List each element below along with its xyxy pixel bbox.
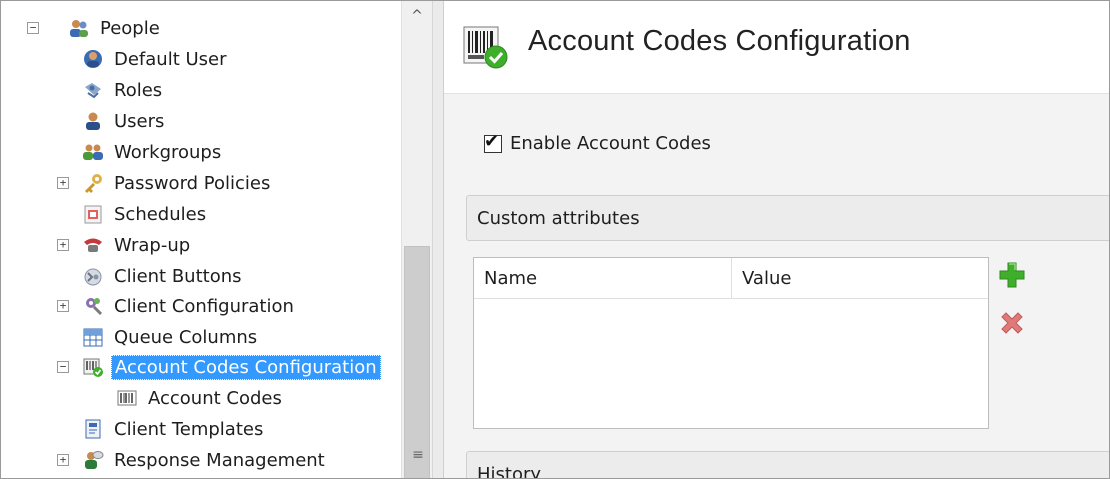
response-management-icon: [81, 448, 105, 472]
collapse-toggle[interactable]: −: [57, 361, 69, 373]
workgroups-icon: [81, 140, 105, 164]
roles-icon: [81, 78, 105, 102]
section-title: History: [477, 463, 542, 479]
history-header[interactable]: History: [466, 451, 1109, 479]
tree-item-people[interactable]: − People: [19, 13, 163, 43]
tree-item-account-codes[interactable]: Account Codes: [115, 383, 285, 413]
tree-item-default-user[interactable]: Default User: [81, 44, 230, 74]
app-frame: − People Default User Roles Users Workgr…: [0, 0, 1110, 479]
expand-toggle[interactable]: +: [57, 300, 69, 312]
wrap-up-icon: [81, 233, 105, 257]
remove-attribute-button[interactable]: [996, 307, 1028, 339]
tree-item-label: Account Codes Configuration: [111, 354, 381, 380]
enable-account-codes-label: Enable Account Codes: [510, 133, 711, 154]
enable-account-codes-checkbox[interactable]: ✔: [484, 130, 502, 153]
tree-item-password-policies[interactable]: + Password Policies: [19, 168, 273, 198]
collapse-toggle[interactable]: −: [27, 22, 39, 34]
tree-item-client-buttons[interactable]: Client Buttons: [81, 261, 245, 291]
enable-account-codes-row[interactable]: ✔ Enable Account Codes: [484, 130, 711, 154]
tree-item-schedules[interactable]: Schedules: [81, 199, 209, 229]
user-icon: [81, 109, 105, 133]
default-user-icon: [81, 47, 105, 71]
pane-splitter[interactable]: [432, 1, 444, 478]
scrollbar-thumb[interactable]: ≡: [404, 246, 430, 478]
tree-item-label: Roles: [114, 79, 163, 101]
expand-toggle[interactable]: +: [57, 454, 69, 466]
queue-columns-icon: [81, 325, 105, 349]
tree-item-label: Response Management: [114, 449, 325, 471]
tree-item-label: Users: [114, 110, 165, 132]
scrollbar-grip-icon: ≡: [412, 447, 424, 463]
tree-item-label: Queue Columns: [114, 326, 258, 348]
tree-item-client-configuration[interactable]: + Client Configuration: [19, 291, 297, 321]
tree-item-label: Client Buttons: [114, 265, 242, 287]
expand-toggle[interactable]: +: [57, 177, 69, 189]
tree-item-response-management[interactable]: + Response Management: [19, 445, 328, 475]
page-header: Account Codes Configuration: [444, 1, 1109, 94]
tree-item-client-templates[interactable]: Client Templates: [81, 414, 266, 444]
scroll-up-button[interactable]: ^: [402, 1, 432, 31]
barcode-check-icon: [462, 23, 510, 71]
add-attribute-button[interactable]: [996, 259, 1028, 291]
tree-item-label: Default User: [114, 48, 227, 70]
tree-scrollbar[interactable]: ^ ≡: [401, 1, 433, 478]
custom-attributes-grid[interactable]: Name Value: [473, 257, 989, 429]
account-codes-configuration-icon: [81, 355, 105, 379]
content-pane: Account Codes Configuration ✔ Enable Acc…: [444, 1, 1109, 479]
client-templates-icon: [81, 417, 105, 441]
section-title: Custom attributes: [477, 207, 640, 229]
tree-item-users[interactable]: Users: [81, 106, 167, 136]
client-buttons-icon: [81, 264, 105, 288]
tree-item-label: Client Templates: [114, 418, 264, 440]
tree-item-roles[interactable]: Roles: [81, 75, 165, 105]
custom-attributes-header[interactable]: Custom attributes: [466, 195, 1109, 241]
tree-item-label: Account Codes: [148, 387, 282, 409]
navigation-tree: − People Default User Roles Users Workgr…: [1, 1, 441, 478]
tree-item-account-codes-configuration[interactable]: − Account Codes Configuration: [19, 352, 381, 382]
tree-item-label: Password Policies: [114, 172, 271, 194]
page-title: Account Codes Configuration: [528, 25, 911, 57]
barcode-icon: [115, 386, 139, 410]
tree-item-label: Wrap-up: [114, 234, 191, 256]
key-icon: [81, 171, 105, 195]
tree-item-label: Client Configuration: [114, 295, 294, 317]
column-header-value[interactable]: Value: [732, 258, 988, 298]
tree-item-workgroups[interactable]: Workgroups: [81, 137, 224, 167]
tree-item-queue-columns[interactable]: Queue Columns: [81, 322, 260, 352]
remove-icon: [1001, 312, 1023, 334]
add-icon: [999, 262, 1025, 288]
tree-item-label: People: [100, 17, 160, 39]
expand-toggle[interactable]: +: [57, 239, 69, 251]
people-icon: [67, 16, 91, 40]
client-configuration-icon: [81, 294, 105, 318]
schedule-icon: [81, 202, 105, 226]
tree-item-wrap-up[interactable]: + Wrap-up: [19, 230, 193, 260]
tree-item-label: Schedules: [114, 203, 207, 225]
tree-item-label: Workgroups: [114, 141, 222, 163]
column-header-name[interactable]: Name: [474, 258, 732, 298]
checkmark-icon: ✔: [484, 130, 500, 152]
grid-header: Name Value: [474, 258, 988, 299]
